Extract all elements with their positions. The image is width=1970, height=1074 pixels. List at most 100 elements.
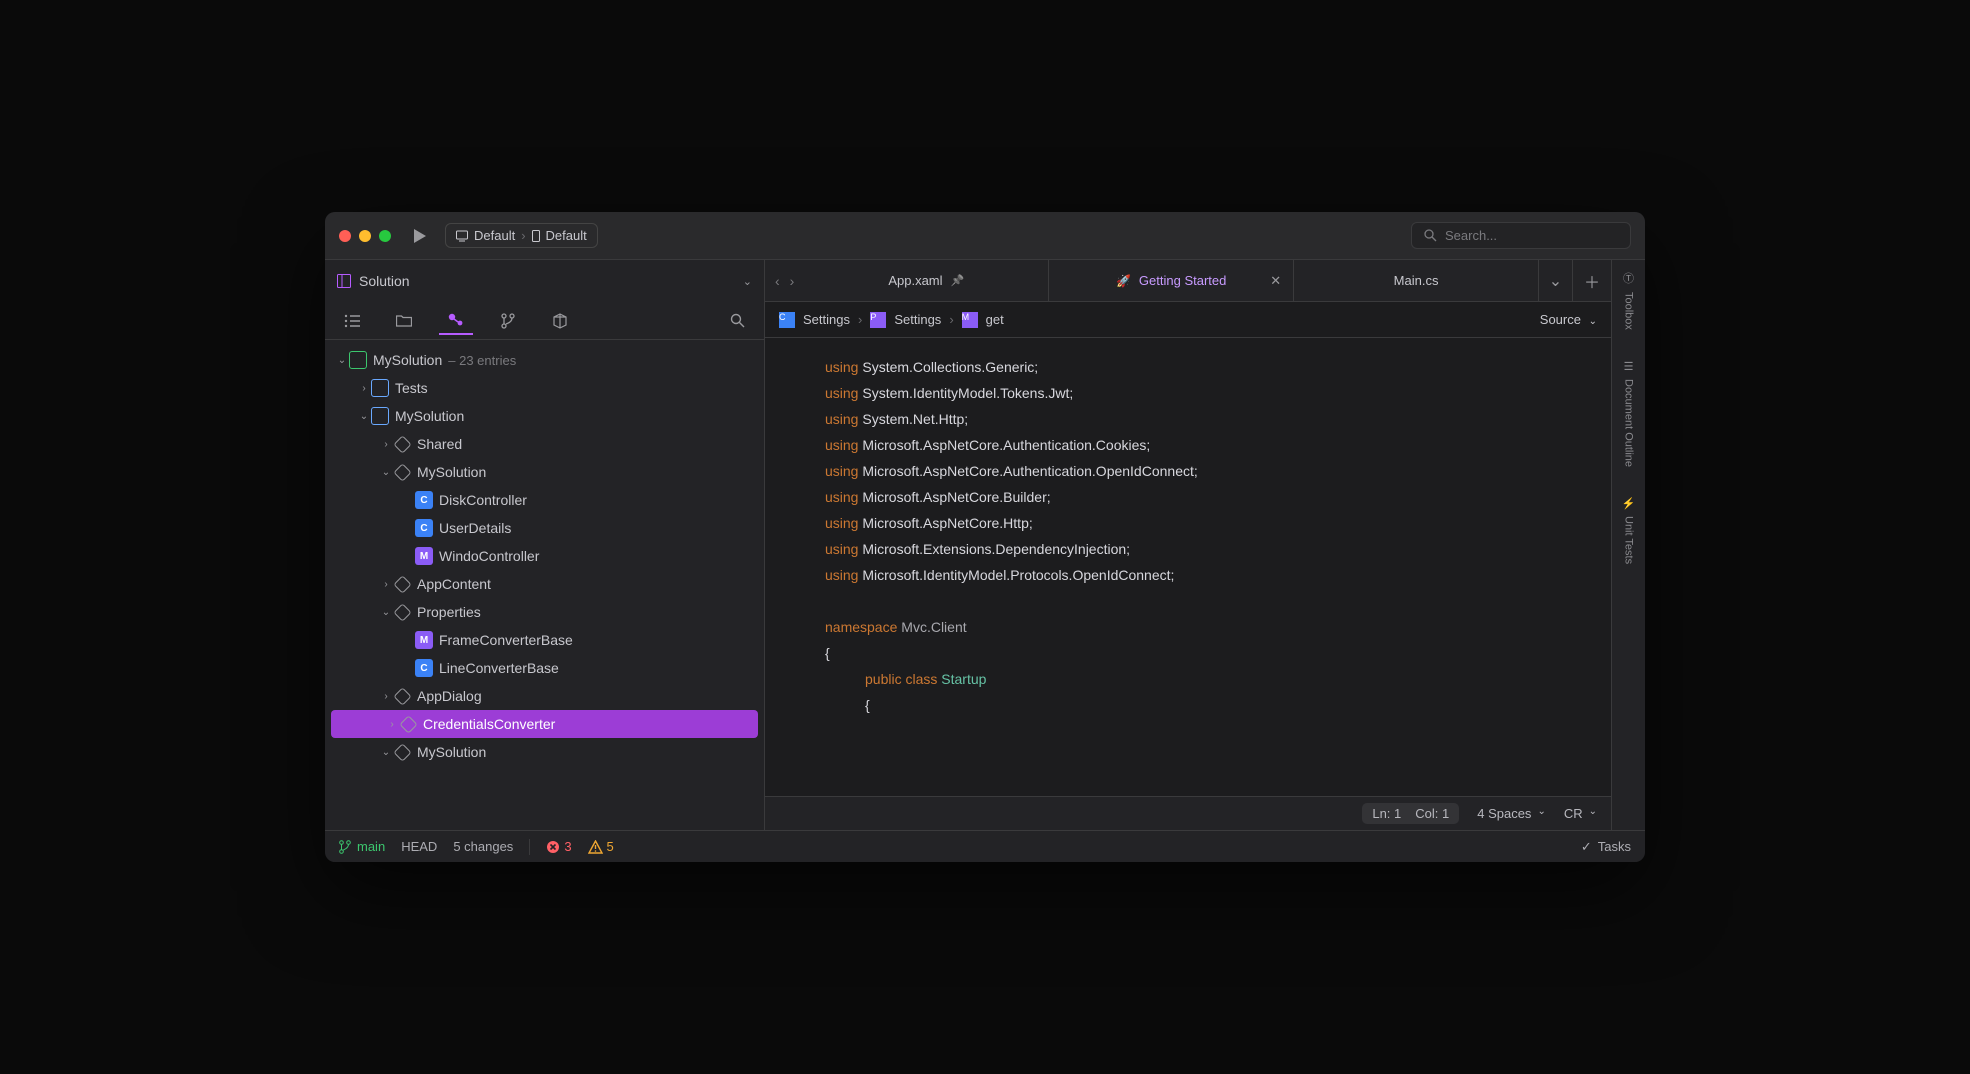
rail-unit-tests[interactable]: ⚡ Unit Tests [1622, 497, 1636, 564]
proj-icon [371, 407, 389, 425]
xaml-icon: P [870, 312, 886, 328]
error-icon [546, 840, 560, 854]
tree-row[interactable]: MFrameConverterBase [325, 626, 764, 654]
indent-selector[interactable]: 4 Spaces ⌄ [1477, 806, 1546, 821]
editor-area: ‹ › App.xaml📌🚀Getting Started✕Main.cs ⌄ … [765, 260, 1645, 830]
breadcrumb-item[interactable]: get [986, 312, 1004, 327]
changes-count[interactable]: 5 changes [453, 839, 513, 854]
code-line: using Microsoft.AspNetCore.Http; [825, 510, 1611, 536]
tab-label: App.xaml [888, 273, 942, 288]
cs-icon: C [415, 519, 433, 537]
branch-name: main [357, 839, 385, 854]
tree-row[interactable]: CDiskController [325, 486, 764, 514]
breadcrumb: CSettings›PSettings›Mget Source ⌄ [765, 302, 1611, 338]
tree-item-label: CredentialsConverter [423, 716, 555, 732]
rail-document-outline[interactable]: ☰ Document Outline [1623, 360, 1635, 467]
tree-item-label: Tests [395, 380, 428, 396]
run-button[interactable] [413, 228, 427, 244]
xaml-icon: M [415, 631, 433, 649]
list-icon [344, 314, 360, 328]
tree-solution-root[interactable]: ⌄ MySolution – 23 entries [325, 346, 764, 374]
statusbar: main HEAD 5 changes 3 5 ✓ Tasks [325, 830, 1645, 862]
editor-main: ‹ › App.xaml📌🚀Getting Started✕Main.cs ⌄ … [765, 260, 1611, 830]
solution-sidebar: Solution ⌄ [325, 260, 765, 830]
code-line: using Microsoft.AspNetCore.Authenticatio… [825, 432, 1611, 458]
tab-dropdown-button[interactable]: ⌄ [1539, 260, 1573, 301]
minimize-window-button[interactable] [359, 230, 371, 242]
editor-tab[interactable]: App.xaml📌 [804, 260, 1049, 301]
tree-row[interactable]: ⌄MySolution [325, 738, 764, 766]
check-icon: ✓ [1581, 839, 1592, 855]
rail-toolbox[interactable]: Ⓣ Toolbox [1623, 270, 1635, 330]
warning-icon [588, 840, 603, 854]
sidebar-search-button[interactable] [720, 307, 754, 334]
tree-row[interactable]: ⌄Properties [325, 598, 764, 626]
tree-row[interactable]: CUserDetails [325, 514, 764, 542]
run-target-selector[interactable]: Default › Default [445, 223, 598, 248]
sidebar-tab-classes[interactable] [439, 307, 473, 335]
run-target-1-label: Default [474, 228, 515, 243]
run-target-2-label: Default [546, 228, 587, 243]
solution-icon [349, 351, 367, 369]
search-placeholder: Search... [1445, 228, 1497, 243]
sidebar-tab-list[interactable] [335, 308, 369, 334]
global-search-input[interactable]: Search... [1411, 222, 1631, 249]
git-branch-indicator[interactable]: main [339, 839, 385, 854]
body: Solution ⌄ [325, 260, 1645, 830]
sidebar-tab-unity[interactable] [543, 307, 577, 335]
tree-row[interactable]: › Tests [325, 374, 764, 402]
error-count: 3 [564, 839, 571, 854]
sidebar-title: Solution [359, 273, 410, 289]
code-line: using System.Collections.Generic; [825, 354, 1611, 380]
ide-window: Default › Default Search... Solution ⌄ [325, 212, 1645, 862]
line-ending-selector[interactable]: CR ⌄ [1564, 806, 1597, 821]
breadcrumb-item[interactable]: Settings [894, 312, 941, 327]
code-line: { [825, 692, 1611, 718]
proj-icon [371, 379, 389, 397]
sidebar-dropdown-button[interactable]: ⌄ [743, 275, 752, 288]
tree-row[interactable]: ›AppContent [325, 570, 764, 598]
source-view-selector[interactable]: Source ⌄ [1540, 312, 1597, 327]
tasks-button[interactable]: ✓ Tasks [1581, 839, 1631, 855]
tree-item-label: MySolution [417, 464, 486, 480]
editor-footer: Ln: 1 Col: 1 4 Spaces ⌄ CR ⌄ [765, 796, 1611, 830]
close-window-button[interactable] [339, 230, 351, 242]
sidebar-tab-git[interactable] [491, 307, 525, 335]
solution-tree[interactable]: ⌄ MySolution – 23 entries ›Tests⌄MySolut… [325, 340, 764, 830]
nav-back-button[interactable]: ‹ [775, 273, 780, 289]
editor-tab[interactable]: Main.cs [1294, 260, 1539, 301]
tree-row[interactable]: ›AppDialog [325, 682, 764, 710]
folder-icon [393, 575, 411, 593]
sidebar-header: Solution ⌄ [325, 260, 764, 302]
folder-icon [393, 435, 411, 453]
tree-row[interactable]: CLineConverterBase [325, 654, 764, 682]
maximize-window-button[interactable] [379, 230, 391, 242]
right-rail: Ⓣ Toolbox ☰ Document Outline ⚡ Unit Test… [1611, 260, 1645, 830]
chevron-down-icon: ⌄ [1589, 806, 1597, 821]
chevron-down-icon: ⌄ [335, 355, 349, 366]
close-tab-button[interactable]: ✕ [1270, 273, 1281, 289]
tree-row[interactable]: › CredentialsConverter [331, 710, 758, 738]
tree-row[interactable]: MWindoController [325, 542, 764, 570]
tab-add-button[interactable]: ＋ [1573, 260, 1611, 301]
breadcrumb-item[interactable]: Settings [803, 312, 850, 327]
chevron-right-icon: › [357, 383, 371, 394]
chevron-right-icon: › [379, 439, 393, 450]
sidebar-tab-folder[interactable] [387, 308, 421, 333]
folder-icon [393, 463, 411, 481]
classes-icon [448, 313, 464, 327]
nav-forward-button[interactable]: › [790, 273, 795, 289]
xaml-icon: M [415, 547, 433, 565]
warnings-indicator[interactable]: 5 [588, 839, 614, 854]
tree-row[interactable]: ⌄MySolution [325, 402, 764, 430]
code-editor[interactable]: using System.Collections.Generic;using S… [765, 338, 1611, 796]
editor-tab[interactable]: 🚀Getting Started✕ [1049, 260, 1294, 301]
errors-indicator[interactable]: 3 [546, 839, 571, 854]
tree-row[interactable]: ⌄MySolution [325, 458, 764, 486]
outline-icon: ☰ [1624, 360, 1634, 373]
chevron-right-icon: › [385, 719, 399, 730]
search-icon [730, 313, 745, 328]
tree-row[interactable]: ›Shared [325, 430, 764, 458]
tree-item-label: LineConverterBase [439, 660, 559, 676]
chevron-down-icon: ⌄ [379, 607, 393, 618]
